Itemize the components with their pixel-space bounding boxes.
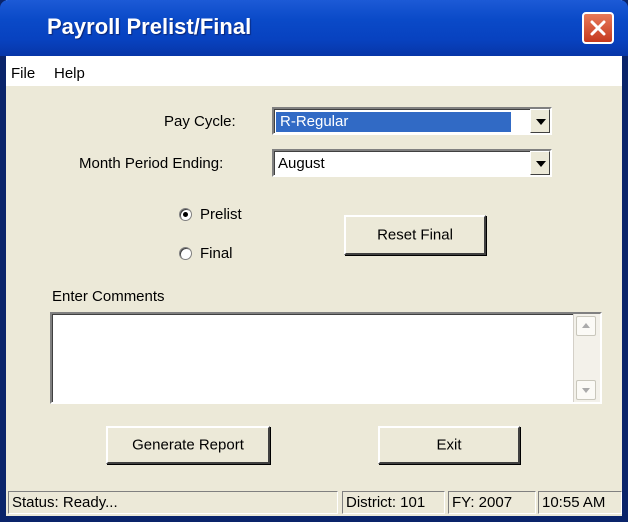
chevron-down-icon [536, 119, 546, 125]
status-fy: FY: 2007 [448, 491, 536, 514]
final-radio[interactable] [179, 247, 192, 260]
pay-cycle-label: Pay Cycle: [164, 113, 236, 130]
reset-final-label: Reset Final [377, 226, 453, 244]
radio-selected-dot [183, 212, 188, 217]
status-bar: Status: Ready... District: 101 FY: 2007 … [6, 489, 622, 516]
status-time: 10:55 AM [538, 491, 622, 514]
generate-report-button[interactable]: Generate Report [106, 426, 270, 464]
status-district: District: 101 [342, 491, 445, 514]
month-period-label: Month Period Ending: [79, 155, 224, 172]
month-period-value: August [278, 155, 325, 172]
chevron-down-icon [536, 161, 546, 167]
month-period-dropdown-button[interactable] [530, 151, 550, 175]
reset-final-button[interactable]: Reset Final [344, 215, 486, 255]
close-icon [590, 20, 606, 36]
payroll-window: Payroll Prelist/Final File Help Pay Cycl… [0, 0, 628, 522]
window-title: Payroll Prelist/Final [47, 14, 252, 39]
menu-bar: File Help [6, 56, 622, 86]
comments-textarea[interactable] [50, 312, 602, 404]
final-label[interactable]: Final [200, 245, 233, 262]
close-button[interactable] [582, 12, 614, 44]
menu-file[interactable]: File [11, 65, 35, 82]
exit-button[interactable]: Exit [378, 426, 520, 464]
menu-help[interactable]: Help [54, 65, 85, 82]
generate-report-label: Generate Report [132, 436, 244, 454]
scroll-up-button[interactable] [576, 316, 596, 336]
pay-cycle-value: R-Regular [276, 112, 511, 132]
comments-scrollbar[interactable] [573, 314, 600, 402]
chevron-down-icon [582, 388, 590, 393]
pay-cycle-select[interactable]: R-Regular [272, 107, 552, 135]
comments-label: Enter Comments [52, 288, 165, 305]
month-period-select[interactable]: August [272, 149, 552, 177]
chevron-up-icon [582, 323, 590, 328]
prelist-label[interactable]: Prelist [200, 206, 242, 223]
status-text: Status: Ready... [8, 491, 338, 514]
pay-cycle-dropdown-button[interactable] [530, 109, 550, 133]
prelist-radio[interactable] [179, 208, 192, 221]
exit-label: Exit [436, 436, 462, 454]
scroll-down-button[interactable] [576, 380, 596, 400]
title-bar[interactable]: Payroll Prelist/Final [0, 0, 628, 56]
